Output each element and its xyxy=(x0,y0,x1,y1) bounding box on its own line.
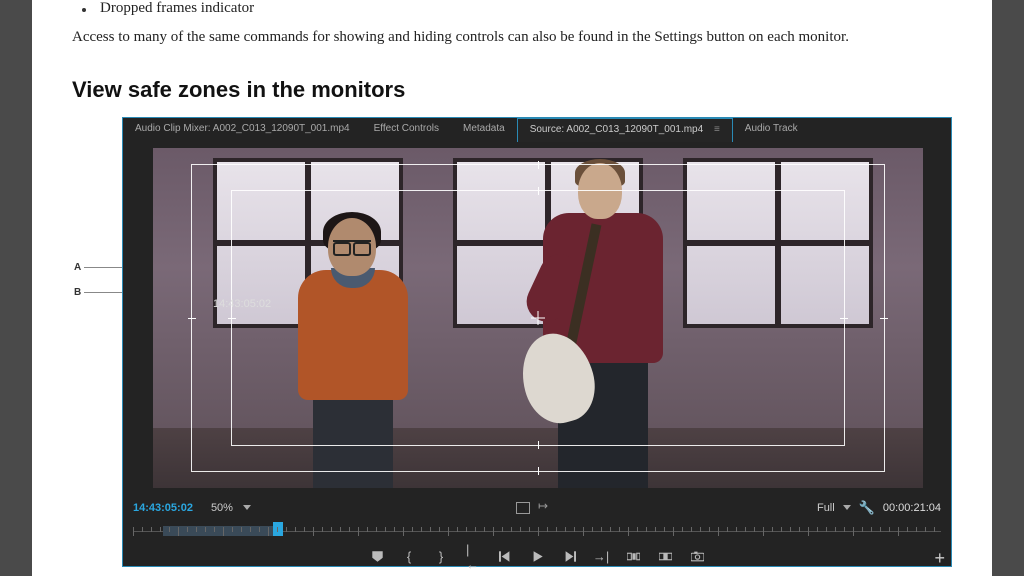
drag-video-icon[interactable] xyxy=(538,502,552,514)
clip-segment[interactable] xyxy=(163,526,273,536)
duration-timecode: 00:00:21:04 xyxy=(883,502,941,514)
current-timecode[interactable]: 14:43:05:02 xyxy=(133,502,193,514)
transport-controls: { } |← →| xyxy=(123,546,951,568)
callout-label-b: B xyxy=(74,287,81,298)
tab-source-label: Source: A002_C013_12090T_001.mp4 xyxy=(530,124,703,135)
mark-out-button[interactable]: } xyxy=(434,549,448,564)
section-heading: View safe zones in the monitors xyxy=(72,77,952,103)
video-viewport[interactable]: 14:43:05:02 xyxy=(153,148,923,488)
figure: A B Audio Clip Mixer: A002_C013_12090T_0… xyxy=(122,117,952,567)
step-back-button[interactable] xyxy=(498,550,512,563)
toggle-view-icon[interactable] xyxy=(516,502,530,514)
button-editor-plus[interactable]: + xyxy=(934,548,945,569)
settings-icon[interactable]: 🔧 xyxy=(859,500,875,516)
insert-button[interactable] xyxy=(626,550,640,563)
resolution-label[interactable]: Full xyxy=(817,502,835,514)
zoom-level[interactable]: 50% xyxy=(211,502,233,514)
zoom-dropdown-icon[interactable] xyxy=(243,505,251,510)
mark-in-button[interactable]: { xyxy=(402,549,416,564)
resolution-dropdown-icon[interactable] xyxy=(843,505,851,510)
play-button[interactable] xyxy=(530,550,544,563)
tab-metadata[interactable]: Metadata xyxy=(451,118,517,142)
tab-source[interactable]: Source: A002_C013_12090T_001.mp4 ≡ xyxy=(517,118,733,142)
tab-menu-icon[interactable]: ≡ xyxy=(714,124,720,135)
center-cross-h xyxy=(531,317,545,318)
add-marker-button[interactable] xyxy=(370,550,384,563)
time-ruler[interactable] xyxy=(133,522,941,540)
bullet-text: Dropped frames indicator xyxy=(100,0,254,17)
step-forward-button[interactable] xyxy=(562,550,576,563)
tab-effect-controls[interactable]: Effect Controls xyxy=(362,118,451,142)
bullet-dot-icon xyxy=(82,8,86,12)
paragraph-text: Access to many of the same commands for … xyxy=(72,27,952,49)
callout-label-a: A xyxy=(74,262,81,273)
goto-out-button[interactable]: →| xyxy=(594,549,608,564)
goto-in-button[interactable]: |← xyxy=(466,542,480,572)
document-page: Dropped frames indicator Access to many … xyxy=(32,0,992,576)
tab-audio-clip-mixer[interactable]: Audio Clip Mixer: A002_C013_12090T_001.m… xyxy=(123,118,362,142)
source-monitor-panel: Audio Clip Mixer: A002_C013_12090T_001.m… xyxy=(122,117,952,567)
tab-audio-track[interactable]: Audio Track xyxy=(733,118,810,142)
timecode-overlay: 14:43:05:02 xyxy=(213,298,271,310)
bullet-item: Dropped frames indicator xyxy=(82,0,952,17)
info-bar: 14:43:05:02 50% Full 🔧 00:00:21:04 xyxy=(133,498,941,518)
playhead[interactable] xyxy=(273,522,283,536)
panel-tabs: Audio Clip Mixer: A002_C013_12090T_001.m… xyxy=(123,118,951,142)
export-frame-button[interactable] xyxy=(690,550,704,563)
overwrite-button[interactable] xyxy=(658,550,672,563)
